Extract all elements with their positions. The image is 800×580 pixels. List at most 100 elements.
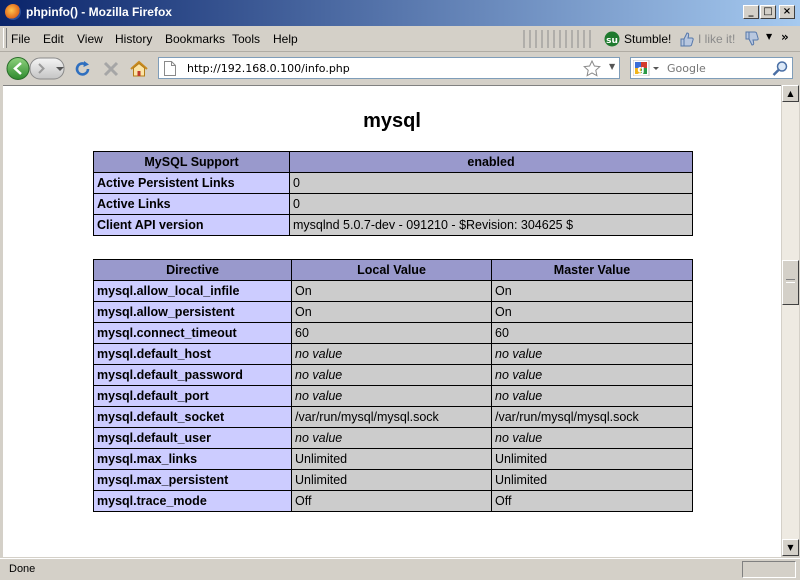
search-input[interactable] bbox=[667, 61, 767, 75]
table-row: mysql.trace_mode Off Off bbox=[93, 490, 693, 512]
no-value-text: no value bbox=[495, 431, 543, 445]
table-header-row: MySQL Support enabled bbox=[93, 151, 693, 173]
local-value: On bbox=[291, 301, 492, 323]
directive-name: mysql.max_links bbox=[93, 448, 292, 470]
overflow-chevron-icon[interactable]: » bbox=[781, 30, 789, 44]
page-icon bbox=[164, 61, 176, 76]
master-value: On bbox=[491, 280, 693, 302]
google-engine-icon[interactable]: g bbox=[633, 60, 661, 76]
table-row: Active Links 0 bbox=[93, 193, 693, 215]
master-value: 60 bbox=[491, 322, 693, 344]
menu-history[interactable]: History bbox=[115, 32, 152, 46]
table-header-cell: Local Value bbox=[291, 259, 492, 281]
local-value: /var/run/mysql/mysql.sock bbox=[291, 406, 492, 428]
table-row: mysql.default_socket/var/run/mysql/mysql… bbox=[93, 406, 693, 428]
url-input[interactable] bbox=[187, 61, 577, 75]
forward-button[interactable] bbox=[30, 56, 50, 80]
row-label: Active Persistent Links bbox=[93, 172, 290, 194]
scroll-thumb[interactable] bbox=[782, 260, 799, 305]
row-label: Active Links bbox=[93, 193, 290, 215]
master-value: Unlimited bbox=[491, 448, 693, 470]
local-value: no value bbox=[291, 364, 492, 386]
directive-name: mysql.default_socket bbox=[93, 406, 292, 428]
svg-text:g: g bbox=[637, 65, 644, 76]
page-content: mysql MySQL Support enabled Active Persi… bbox=[3, 85, 781, 557]
address-bar[interactable]: ▼ bbox=[158, 57, 620, 79]
status-text: Done bbox=[9, 563, 36, 575]
thumbs-up-icon bbox=[680, 32, 694, 47]
master-value: no value bbox=[491, 385, 693, 407]
thumb-grip bbox=[786, 279, 795, 283]
bookmark-star-icon[interactable] bbox=[583, 60, 601, 77]
directive-table-body: mysql.allow_local_infile On On mysql.allow_… bbox=[93, 280, 693, 512]
table-row: mysql.connect_timeout 60 60 bbox=[93, 322, 693, 344]
directive-name: mysql.allow_persistent bbox=[93, 301, 292, 323]
directive-name: mysql.max_persistent bbox=[93, 469, 292, 491]
directive-name: mysql.trace_mode bbox=[93, 490, 292, 512]
table-row: Active Persistent Links 0 bbox=[93, 172, 693, 194]
local-value: no value bbox=[291, 385, 492, 407]
stumbleupon-icon: su bbox=[604, 31, 620, 47]
minimize-button[interactable]: _ bbox=[743, 5, 759, 19]
maximize-button[interactable]: □ bbox=[760, 5, 776, 19]
scroll-down-button[interactable]: ▼ bbox=[782, 539, 799, 556]
no-value-text: no value bbox=[495, 368, 543, 382]
row-value: 0 bbox=[289, 172, 693, 194]
scroll-up-button[interactable]: ▲ bbox=[782, 85, 799, 102]
local-value: Unlimited bbox=[291, 469, 492, 491]
table-header-row: Directive Local Value Master Value bbox=[93, 259, 693, 281]
table-header-cell: enabled bbox=[289, 151, 693, 173]
menu-bar: File Edit View History Bookmarks Tools H… bbox=[0, 26, 800, 52]
master-value: no value bbox=[491, 343, 693, 365]
no-value-text: no value bbox=[495, 347, 543, 361]
table-row: mysql.default_user no value no value bbox=[93, 427, 693, 449]
table-row: mysql.default_host no value no value bbox=[93, 343, 693, 365]
vertical-scrollbar[interactable]: ▲ ▼ bbox=[781, 85, 799, 556]
no-value-text: no value bbox=[495, 389, 543, 403]
search-bar[interactable]: g bbox=[630, 57, 793, 79]
menu-help[interactable]: Help bbox=[273, 32, 298, 46]
close-button[interactable]: × bbox=[779, 5, 795, 19]
history-dropdown-button[interactable] bbox=[52, 56, 64, 80]
search-icon[interactable] bbox=[772, 60, 789, 77]
local-value: Off bbox=[291, 490, 492, 512]
home-icon[interactable] bbox=[129, 59, 149, 78]
directive-name: mysql.default_port bbox=[93, 385, 292, 407]
local-value: On bbox=[291, 280, 492, 302]
menu-file[interactable]: File bbox=[11, 32, 30, 46]
table-header-cell: MySQL Support bbox=[93, 151, 290, 173]
local-value: no value bbox=[291, 343, 492, 365]
no-value-text: no value bbox=[295, 431, 343, 445]
table-row: Client API version mysqlnd 5.0.7-dev - 0… bbox=[93, 214, 693, 236]
toolbar-grip bbox=[3, 28, 7, 48]
stop-icon[interactable] bbox=[102, 60, 120, 78]
table-row: mysql.default_port no value no value bbox=[93, 385, 693, 407]
table-row: mysql.max_links Unlimited Unlimited bbox=[93, 448, 693, 470]
table-row: mysql.max_persistent Unlimited Unlimited bbox=[93, 469, 693, 491]
no-value-text: no value bbox=[295, 389, 343, 403]
table-header-cell: Directive bbox=[93, 259, 292, 281]
menu-edit[interactable]: Edit bbox=[43, 32, 64, 46]
row-value: mysqlnd 5.0.7-dev - 091210 - $Revision: … bbox=[289, 214, 693, 236]
navigation-bar: ▼ g bbox=[0, 52, 800, 85]
svg-text:su: su bbox=[606, 36, 618, 46]
menu-bookmarks[interactable]: Bookmarks bbox=[165, 32, 225, 46]
chevron-down-icon[interactable]: ▼ bbox=[766, 32, 772, 41]
url-dropdown-icon[interactable]: ▼ bbox=[609, 62, 615, 71]
local-value: Unlimited bbox=[291, 448, 492, 470]
directive-name: mysql.connect_timeout bbox=[93, 322, 292, 344]
reload-icon[interactable] bbox=[74, 60, 92, 78]
directive-name: mysql.allow_local_infile bbox=[93, 280, 292, 302]
menu-tools[interactable]: Tools bbox=[232, 32, 260, 46]
no-value-text: no value bbox=[295, 347, 343, 361]
stumble-label: Stumble! bbox=[624, 32, 672, 46]
directive-name: mysql.default_host bbox=[93, 343, 292, 365]
master-value: no value bbox=[491, 427, 693, 449]
local-value: 60 bbox=[291, 322, 492, 344]
menu-view[interactable]: View bbox=[77, 32, 103, 46]
thumbs-down-icon[interactable] bbox=[743, 31, 761, 47]
row-label: Client API version bbox=[93, 214, 290, 236]
back-button[interactable] bbox=[6, 56, 30, 80]
table-header-cell: Master Value bbox=[491, 259, 693, 281]
master-value: On bbox=[491, 301, 693, 323]
